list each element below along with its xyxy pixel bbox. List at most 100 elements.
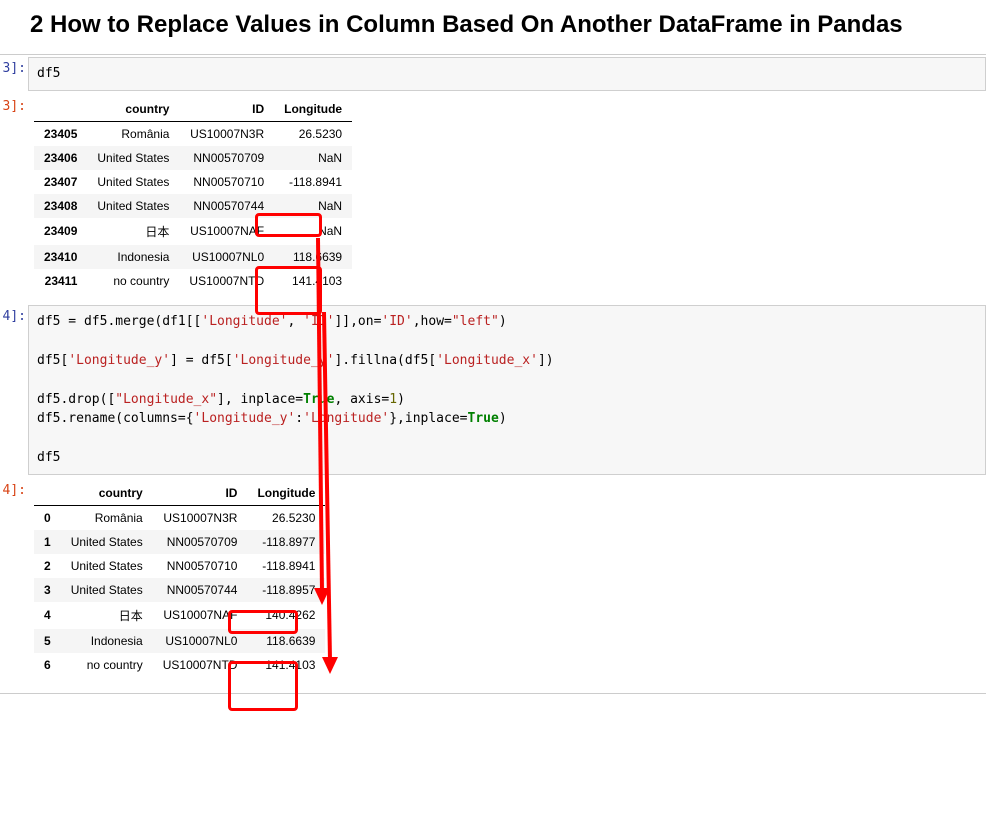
cell-country: 日本 <box>61 602 153 629</box>
code-text: df5 <box>37 66 60 81</box>
cell-id: NN00570709 <box>153 530 248 554</box>
code-line-5: df5 <box>37 450 60 465</box>
cell-lon: -118.8941 <box>274 170 352 194</box>
cell-id: US10007NAF <box>179 218 274 245</box>
cell-lon: NaN <box>274 218 352 245</box>
code-line-1: df5 = df5.merge(df1[['Longitude', 'ID']]… <box>37 314 507 329</box>
cell-lon: NaN <box>274 146 352 170</box>
cell-id: US10007NAF <box>153 602 248 629</box>
col-country: country <box>87 97 179 122</box>
col-id: ID <box>179 97 274 122</box>
page-title: 2 How to Replace Values in Column Based … <box>30 10 956 40</box>
table-row: 23406United StatesNN00570709NaN <box>34 146 352 170</box>
cell-id: NN00570709 <box>179 146 274 170</box>
row-index: 0 <box>34 505 61 530</box>
cell-country: no country <box>61 653 153 677</box>
cell-lon: 118.6639 <box>247 629 325 653</box>
prompt-out-3: 3]: <box>0 93 28 114</box>
input-cell-4: 4]: df5 = df5.merge(df1[['Longitude', 'I… <box>0 303 986 477</box>
cell-id: US10007N3R <box>153 505 248 530</box>
table-row: 5IndonesiaUS10007NL0118.6639 <box>34 629 325 653</box>
dataframe-table-2: country ID Longitude 0RomâniaUS10007N3R2… <box>34 481 325 677</box>
table-row: 23408United StatesNN00570744NaN <box>34 194 352 218</box>
cell-country: România <box>87 121 179 146</box>
prompt-in-4: 4]: <box>0 303 28 324</box>
table-row: 1United StatesNN00570709-118.8977 <box>34 530 325 554</box>
row-index: 3 <box>34 578 61 602</box>
index-header <box>34 481 61 506</box>
input-cell-3: 3]: df5 <box>0 55 986 93</box>
col-id: ID <box>153 481 248 506</box>
cell-country: United States <box>61 578 153 602</box>
row-index: 4 <box>34 602 61 629</box>
cell-country: România <box>61 505 153 530</box>
cell-country: Indonesia <box>61 629 153 653</box>
code-input-1[interactable]: df5 <box>28 57 986 91</box>
cell-id: NN00570744 <box>153 578 248 602</box>
cell-lon: 140.4262 <box>247 602 325 629</box>
row-index: 6 <box>34 653 61 677</box>
row-index: 1 <box>34 530 61 554</box>
page: 2 How to Replace Values in Column Based … <box>0 10 986 694</box>
cell-country: no country <box>87 269 179 293</box>
table-row: 3United StatesNN00570744-118.8957 <box>34 578 325 602</box>
cell-lon: -118.8957 <box>247 578 325 602</box>
row-index: 23411 <box>34 269 87 293</box>
row-index: 23405 <box>34 121 87 146</box>
table-row: 23410IndonesiaUS10007NL0118.6639 <box>34 245 352 269</box>
output-cell-4: 4]: country ID Longitude 0RomâniaUS10007… <box>0 477 986 687</box>
cell-lon: 141.4103 <box>247 653 325 677</box>
cell-lon: 26.5230 <box>247 505 325 530</box>
cell-id: NN00570744 <box>179 194 274 218</box>
cell-lon: NaN <box>274 194 352 218</box>
row-index: 23406 <box>34 146 87 170</box>
cell-country: United States <box>61 530 153 554</box>
col-longitude: Longitude <box>274 97 352 122</box>
cell-country: 日本 <box>87 218 179 245</box>
table-row: 2United StatesNN00570710-118.8941 <box>34 554 325 578</box>
cell-country: United States <box>87 170 179 194</box>
cell-id: US10007NTD <box>153 653 248 677</box>
col-country: country <box>61 481 153 506</box>
cell-lon: -118.8941 <box>247 554 325 578</box>
prompt-in-3: 3]: <box>0 55 28 76</box>
cell-country: Indonesia <box>87 245 179 269</box>
col-longitude: Longitude <box>247 481 325 506</box>
code-input-2[interactable]: df5 = df5.merge(df1[['Longitude', 'ID']]… <box>28 305 986 475</box>
table-row: 23407United StatesNN00570710-118.8941 <box>34 170 352 194</box>
output-cell-3: 3]: country ID Longitude 23405RomâniaUS1… <box>0 93 986 303</box>
row-index: 23407 <box>34 170 87 194</box>
cell-country: United States <box>87 194 179 218</box>
table-row: 0RomâniaUS10007N3R26.5230 <box>34 505 325 530</box>
cell-lon: 26.5230 <box>274 121 352 146</box>
table-row: 4日本US10007NAF140.4262 <box>34 602 325 629</box>
cell-lon: 118.6639 <box>274 245 352 269</box>
cell-country: United States <box>87 146 179 170</box>
code-line-2: df5['Longitude_y'] = df5['Longitude_y'].… <box>37 353 554 368</box>
row-index: 2 <box>34 554 61 578</box>
cell-id: US10007NTD <box>179 269 274 293</box>
cell-lon: 141.4103 <box>274 269 352 293</box>
table-row: 23411no countryUS10007NTD141.4103 <box>34 269 352 293</box>
table-row: 23409日本US10007NAFNaN <box>34 218 352 245</box>
cell-id: US10007NL0 <box>179 245 274 269</box>
table-row: 6no countryUS10007NTD141.4103 <box>34 653 325 677</box>
cell-country: United States <box>61 554 153 578</box>
cell-id: NN00570710 <box>179 170 274 194</box>
row-index: 23409 <box>34 218 87 245</box>
index-header <box>34 97 87 122</box>
row-index: 23410 <box>34 245 87 269</box>
cell-id: US10007NL0 <box>153 629 248 653</box>
separator-bottom <box>0 693 986 694</box>
output-area-2: country ID Longitude 0RomâniaUS10007N3R2… <box>28 477 986 687</box>
prompt-out-4: 4]: <box>0 477 28 498</box>
code-line-3: df5.drop(["Longitude_x"], inplace=True, … <box>37 392 405 407</box>
table-row: 23405RomâniaUS10007N3R26.5230 <box>34 121 352 146</box>
row-index: 5 <box>34 629 61 653</box>
cell-lon: -118.8977 <box>247 530 325 554</box>
cell-id: NN00570710 <box>153 554 248 578</box>
code-line-4: df5.rename(columns={'Longitude_y':'Longi… <box>37 411 507 426</box>
cell-id: US10007N3R <box>179 121 274 146</box>
dataframe-table-1: country ID Longitude 23405RomâniaUS10007… <box>34 97 352 293</box>
row-index: 23408 <box>34 194 87 218</box>
